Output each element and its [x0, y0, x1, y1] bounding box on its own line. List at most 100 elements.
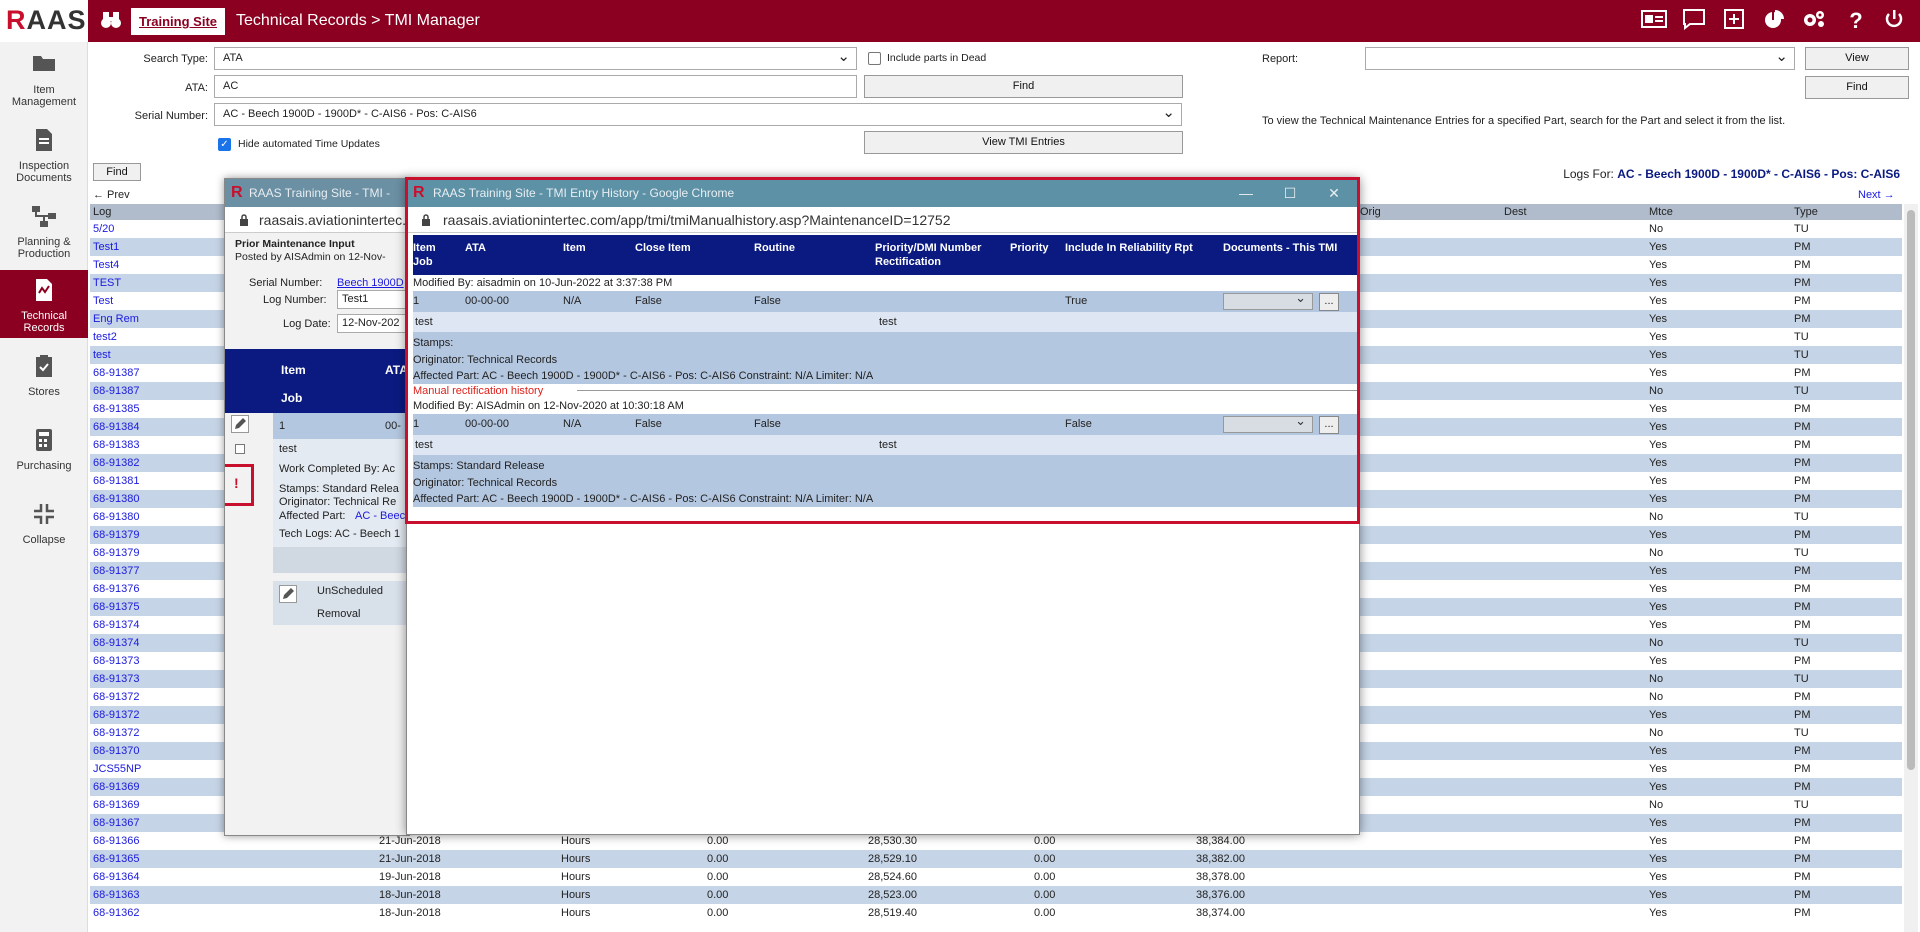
log-link[interactable]: test [93, 346, 111, 364]
sidebar-item-technical-records[interactable]: Technical Records [0, 270, 88, 338]
log-link[interactable]: 68-91387 [93, 382, 140, 400]
raas-logo[interactable]: RAAS [0, 0, 88, 42]
log-link[interactable]: TEST [93, 274, 121, 292]
view-tmi-entries-button[interactable]: View TMI Entries [864, 131, 1183, 154]
serial-link[interactable]: Beech 1900D [337, 277, 404, 289]
log-link[interactable]: 68-91372 [93, 724, 140, 742]
tmi-window[interactable]: R RAAS Training Site - TMI - Go raasais.… [224, 178, 410, 836]
sidebar-item-item-management[interactable]: Item Management [0, 52, 88, 116]
log-link[interactable]: 68-91374 [93, 616, 140, 634]
log-link[interactable]: 68-91366 [93, 832, 140, 850]
sidebar-item-collapse[interactable]: Collapse [0, 502, 88, 554]
settings-icon[interactable] [1800, 8, 1828, 34]
power-icon[interactable] [1880, 8, 1908, 34]
log-link[interactable]: 68-91374 [93, 634, 140, 652]
log-link[interactable]: Eng Rem [93, 310, 139, 328]
log-link[interactable]: 68-91373 [93, 670, 140, 688]
log-link[interactable]: 68-91363 [93, 886, 140, 904]
log-link[interactable]: Test4 [93, 256, 119, 274]
log-link[interactable]: 68-91379 [93, 526, 140, 544]
log-link[interactable]: Test [93, 292, 113, 310]
tmi-window-urlbar[interactable]: raasais.aviationintertec.co [225, 207, 409, 233]
include-dead-checkbox[interactable] [868, 52, 881, 65]
binoculars-icon[interactable] [100, 9, 122, 31]
next-link[interactable]: Next → [1858, 189, 1895, 201]
log-link[interactable]: 68-91382 [93, 454, 140, 472]
entry-checkbox[interactable] [235, 444, 245, 454]
table-row[interactable]: 68-91365 21-Jun-2018 Hours 0.00 28,529.10 0.0… [90, 850, 1902, 868]
view-button[interactable]: View [1805, 47, 1909, 70]
log-link[interactable]: 68-91385 [93, 400, 140, 418]
log-link[interactable]: 68-91383 [93, 436, 140, 454]
sidebar-item-purchasing[interactable]: Purchasing [0, 428, 88, 480]
hide-updates-checkbox[interactable]: ✓ [218, 138, 231, 151]
log-link[interactable]: 68-91372 [93, 706, 140, 724]
cell-v4: 38,378.00 [1196, 871, 1245, 883]
table-row[interactable]: 68-91362 18-Jun-2018 Hours 0.00 28,519.40 0.0… [90, 904, 1902, 922]
pie-chart-icon[interactable] [1760, 8, 1788, 34]
find-small-button[interactable]: Find [93, 163, 141, 181]
report-select[interactable] [1365, 47, 1795, 70]
cell-type: PM [1794, 259, 1811, 271]
cell-mtce: Yes [1649, 619, 1667, 631]
edit-icon[interactable] [231, 415, 249, 433]
site-tab[interactable]: Training Site [131, 8, 225, 35]
sidebar-item-inspection-documents[interactable]: Inspection Documents [0, 128, 88, 192]
log-link[interactable]: Test1 [93, 238, 119, 256]
cell-type: TU [1794, 547, 1809, 559]
cell-type: PM [1794, 277, 1811, 289]
log-link[interactable]: 68-91376 [93, 580, 140, 598]
log-link[interactable]: 68-91362 [93, 904, 140, 922]
hide-updates-label: Hide automated Time Updates [238, 138, 380, 150]
prev-link[interactable]: ← Prev [93, 189, 130, 201]
add-box-icon[interactable] [1720, 8, 1748, 34]
serial-label: Serial Number: [249, 277, 323, 289]
log-link[interactable]: 68-91370 [93, 742, 140, 760]
log-number-input[interactable]: Test1 [337, 290, 409, 309]
log-link[interactable]: 68-91369 [93, 796, 140, 814]
tmi-entry-history-window[interactable]: R RAAS Training Site - TMI Entry History… [405, 177, 1360, 835]
help-icon[interactable]: ? [1842, 8, 1870, 34]
log-link[interactable]: 68-91377 [93, 562, 140, 580]
log-link[interactable]: 68-91372 [93, 688, 140, 706]
log-link[interactable]: 68-91387 [93, 364, 140, 382]
cell-mtce: Yes [1649, 655, 1667, 667]
scrollbar[interactable] [1904, 204, 1918, 932]
sidebar-item-stores[interactable]: Stores [0, 354, 88, 406]
search-type-select[interactable]: ATA [214, 47, 857, 70]
log-link[interactable]: 68-91373 [93, 652, 140, 670]
scrollbar-thumb[interactable] [1907, 210, 1915, 770]
cell-mtce: Yes [1649, 601, 1667, 613]
entry-details: Work Completed By: Ac Stamps: Standard R… [273, 459, 409, 527]
log-link[interactable]: test2 [93, 328, 117, 346]
log-link[interactable]: 68-91375 [93, 598, 140, 616]
tmi-window-titlebar[interactable]: R RAAS Training Site - TMI - Go [225, 179, 409, 228]
log-link[interactable]: 5/20 [93, 220, 114, 238]
sidebar-item-planning-production[interactable]: Planning & Production [0, 204, 88, 268]
cell-v2: 28,519.40 [868, 907, 917, 919]
edit-icon-2[interactable] [279, 585, 297, 603]
log-link[interactable]: JCS55NP [93, 760, 141, 778]
log-link[interactable]: 68-91380 [93, 508, 140, 526]
ata-input[interactable]: AC [214, 75, 857, 98]
log-link[interactable]: 68-91379 [93, 544, 140, 562]
find-button[interactable]: Find [864, 75, 1183, 98]
cell-type: PM [1794, 367, 1811, 379]
log-link[interactable]: 68-91384 [93, 418, 140, 436]
alert-icon[interactable]: ! [234, 475, 239, 491]
log-link[interactable]: 68-91369 [93, 778, 140, 796]
comment-icon[interactable] [1680, 8, 1708, 34]
find-report-button[interactable]: Find [1805, 76, 1909, 99]
log-link[interactable]: 68-91381 [93, 472, 140, 490]
cell-mtce: Yes [1649, 349, 1667, 361]
id-card-icon[interactable] [1640, 8, 1668, 34]
table-row[interactable]: 68-91364 19-Jun-2018 Hours 0.00 28,524.60 0.0… [90, 868, 1902, 886]
log-link[interactable]: 68-91364 [93, 868, 140, 886]
cell-type: PM [1794, 475, 1811, 487]
table-row[interactable]: 68-91363 18-Jun-2018 Hours 0.00 28,523.00 0.0… [90, 886, 1902, 904]
log-link[interactable]: 68-91380 [93, 490, 140, 508]
log-date-input[interactable]: 12-Nov-202 [337, 314, 409, 333]
log-link[interactable]: 68-91367 [93, 814, 140, 832]
log-link[interactable]: 68-91365 [93, 850, 140, 868]
serial-number-select[interactable]: AC - Beech 1900D - 1900D* - C-AIS6 - Pos… [214, 103, 1182, 126]
